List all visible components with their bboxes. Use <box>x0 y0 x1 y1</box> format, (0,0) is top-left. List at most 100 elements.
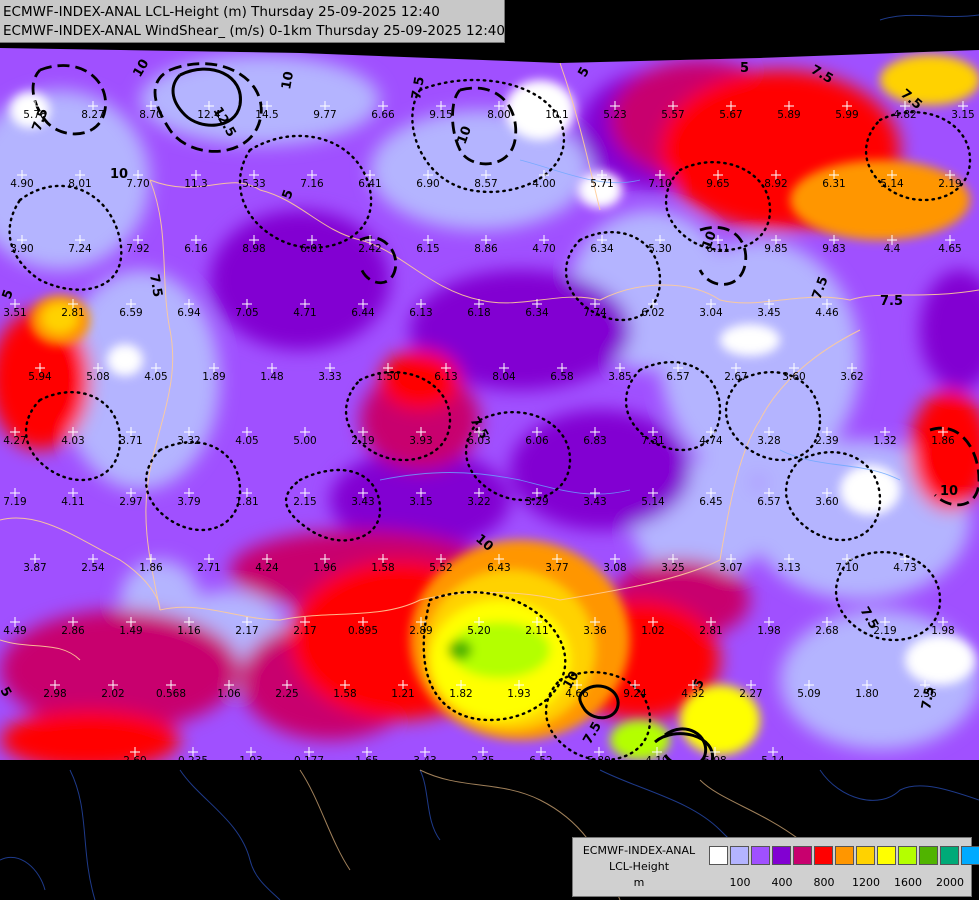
station-value: 3.85 <box>608 371 631 383</box>
station-value: 6.13 <box>434 371 457 383</box>
station-value: 5.99 <box>835 109 858 121</box>
station-value: 9.65 <box>706 178 729 190</box>
station-value: 1.80 <box>855 688 878 700</box>
station-value: 7.31 <box>641 435 664 447</box>
station-value: 3.25 <box>661 562 684 574</box>
legend-swatch <box>898 846 917 865</box>
station-value: 3.60 <box>815 496 838 508</box>
weather-map: 7.5 10 12.5 10 7.5 10 10 5 5 7.5 7.5 10 … <box>0 0 979 900</box>
station-value: 8.86 <box>474 243 498 255</box>
station-value: 4.46 <box>815 307 839 319</box>
station-value: 5.71 <box>590 178 613 190</box>
legend-title-2: LCL-Height <box>608 860 670 873</box>
station-value: 4.05 <box>235 435 258 447</box>
station-value: 1.98 <box>931 625 954 637</box>
station-value: 7.74 <box>583 307 607 319</box>
legend-tick-label: 800 <box>813 876 835 889</box>
station-value: 3.15 <box>409 496 432 508</box>
map-title-box: ECMWF-INDEX-ANAL LCL-Height (m) Thursday… <box>0 0 505 43</box>
station-value: 1.58 <box>371 562 394 574</box>
station-value: 1.86 <box>931 435 955 447</box>
station-value: 8.70 <box>139 109 162 121</box>
station-value: 7.92 <box>126 243 149 255</box>
station-value: 4.24 <box>255 562 279 574</box>
legend-swatch <box>730 846 749 865</box>
title-line-2: ECMWF-INDEX-ANAL WindShear_ (m/s) 0-1km … <box>3 23 505 39</box>
legend-swatch <box>814 846 833 865</box>
station-value: 3.71 <box>119 435 142 447</box>
station-value: 6.34 <box>590 243 614 255</box>
station-value: 1.81 <box>235 496 258 508</box>
station-value: 5.98 <box>703 755 726 767</box>
station-value: 4.66 <box>565 688 589 700</box>
station-value: 2.89 <box>409 625 432 637</box>
station-value: 10.1 <box>545 109 568 121</box>
station-value: 2.81 <box>61 307 84 319</box>
legend-tick-label: 400 <box>771 876 793 889</box>
station-value: 5.80 <box>587 755 610 767</box>
station-value: 5.30 <box>648 243 671 255</box>
station-value: 6.43 <box>487 562 510 574</box>
station-value: 8.98 <box>242 243 265 255</box>
legend-swatch <box>940 846 959 865</box>
station-value: 14.5 <box>255 109 278 121</box>
station-value: 5.52 <box>429 562 452 574</box>
station-value: 6.83 <box>583 435 606 447</box>
station-value: 1.21 <box>391 688 414 700</box>
station-value: 6.57 <box>757 496 780 508</box>
station-value: 2.17 <box>235 625 258 637</box>
station-value: 3.36 <box>583 625 607 637</box>
station-value: 7.10 <box>648 178 671 190</box>
station-value: 3.45 <box>757 307 780 319</box>
station-value: 4.71 <box>293 307 316 319</box>
station-value: 2.11 <box>525 625 548 637</box>
station-value: 2.71 <box>197 562 220 574</box>
station-value: 0.235 <box>178 755 208 767</box>
station-value: 1.65 <box>355 755 378 767</box>
station-value: 11.3 <box>184 178 207 190</box>
legend-tick-label: 1600 <box>894 876 922 889</box>
station-value: 1.86 <box>139 562 163 574</box>
legend: ECMWF-INDEX-ANAL LCL-Height m 100 400 800 1… <box>572 837 979 897</box>
station-value: 7.16 <box>300 178 324 190</box>
station-value: 4.82 <box>893 109 916 121</box>
station-value: 4.00 <box>532 178 555 190</box>
station-value: 5.23 <box>603 109 626 121</box>
station-value: 3.43 <box>351 496 374 508</box>
legend-swatch <box>835 846 854 865</box>
station-value: 6.52 <box>529 755 552 767</box>
legend-title-1: ECMWF-INDEX-ANAL <box>582 844 696 857</box>
station-value: 3.51 <box>3 307 26 319</box>
station-value: 2.39 <box>815 435 838 447</box>
station-value: 2.36 <box>913 688 937 700</box>
station-value: 2.60 <box>123 755 146 767</box>
station-value: 9.85 <box>764 243 787 255</box>
station-value: 5.14 <box>761 755 785 767</box>
station-value: 3.32 <box>177 435 200 447</box>
station-value: 7.05 <box>235 307 258 319</box>
station-value: 6.31 <box>822 178 845 190</box>
station-value: 2.42 <box>358 243 381 255</box>
station-value: 5.09 <box>797 688 820 700</box>
station-value: 2.19 <box>351 435 374 447</box>
station-value: 12.4 <box>197 109 221 121</box>
station-value: 3.28 <box>757 435 780 447</box>
station-value: 3.93 <box>409 435 432 447</box>
station-value: 9.77 <box>313 109 336 121</box>
station-value: 5.89 <box>777 109 800 121</box>
station-value: 6.57 <box>666 371 689 383</box>
station-value: 3.62 <box>840 371 863 383</box>
station-value: 7.19 <box>3 496 26 508</box>
legend-swatch <box>709 846 728 865</box>
station-value: 2.02 <box>101 688 124 700</box>
station-value: 8.00 <box>487 109 510 121</box>
station-value: 4.03 <box>61 435 84 447</box>
station-value: 6.44 <box>351 307 375 319</box>
legend-swatch <box>877 846 896 865</box>
station-value: 4.32 <box>681 688 704 700</box>
station-value: 6.11 <box>706 243 729 255</box>
station-value: 1.32 <box>873 435 896 447</box>
station-value: 3.07 <box>719 562 742 574</box>
station-value: 4.70 <box>532 243 555 255</box>
station-value: 6.41 <box>358 178 381 190</box>
